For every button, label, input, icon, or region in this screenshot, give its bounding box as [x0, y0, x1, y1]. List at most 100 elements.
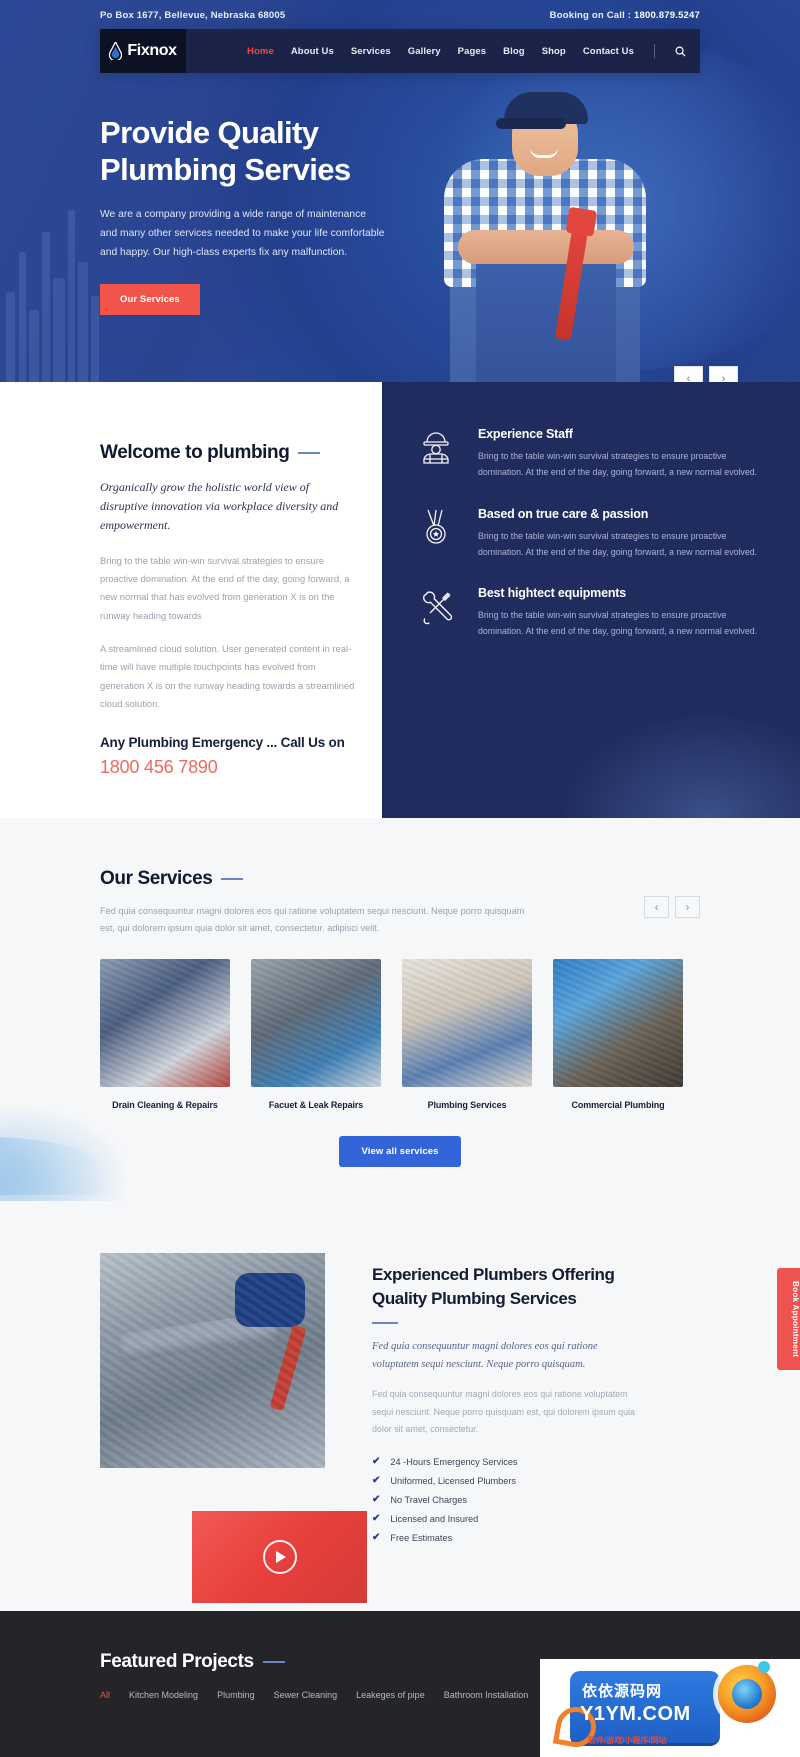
- welcome-lead: Organically grow the holistic world view…: [100, 480, 339, 533]
- service-image: [100, 959, 230, 1088]
- navbar: Fixnox Home About Us Services Gallery Pa…: [100, 29, 700, 73]
- experienced-heading-line2: Quality Plumbing Services: [372, 1289, 577, 1309]
- service-caption: Plumbing Services: [427, 1100, 507, 1111]
- view-all-wrapper: View all services: [100, 1136, 700, 1168]
- service-caption: Drain Cleaning & Repairs: [112, 1100, 218, 1111]
- service-card[interactable]: Plumbing Services: [402, 959, 532, 1110]
- wrench-screwdriver-icon: [416, 586, 458, 640]
- feature-text: Bring to the table win-win survival stra…: [478, 451, 758, 478]
- worker-helmet-icon: [416, 427, 458, 481]
- filter-kitchen-modeling[interactable]: Kitchen Modeling: [129, 1690, 198, 1700]
- main-nav: Home About Us Services Gallery Pages Blo…: [186, 29, 700, 73]
- service-image: [402, 959, 532, 1088]
- hero-title-line2: Plumbing Servies: [100, 151, 351, 187]
- benefit-label: Licensed and Insured: [390, 1513, 479, 1524]
- watermark-ring-icon: [718, 1665, 776, 1724]
- book-appointment-tab[interactable]: Book Appointment: [777, 1268, 800, 1371]
- watermark-line-3: 软件/游戏/小程序/网站: [588, 1736, 667, 1746]
- heading-dash-decoration: [262, 1661, 285, 1664]
- services-heading: Our Services: [100, 868, 532, 890]
- services-section: Our Services Fed quia consequuntur magni…: [0, 818, 800, 1212]
- topbar: Po Box 1677, Bellevue, Nebraska 68005 Bo…: [0, 0, 800, 29]
- nav-item-services[interactable]: Services: [351, 46, 391, 57]
- list-item: ✔ No Travel Charges: [372, 1494, 700, 1505]
- medal-icon: [416, 507, 458, 561]
- feature-title: Based on true care & passion: [478, 506, 649, 521]
- nav-item-gallery[interactable]: Gallery: [408, 46, 441, 57]
- list-item: ✔ Licensed and Insured: [372, 1513, 700, 1524]
- page-root: Po Box 1677, Bellevue, Nebraska 68005 Bo…: [0, 0, 800, 1757]
- heading-rule-decoration: [372, 1322, 398, 1325]
- service-image: [251, 959, 381, 1088]
- welcome-section: Welcome to plumbing Organically grow the…: [0, 382, 800, 819]
- list-item: ✔ 24 -Hours Emergency Services: [372, 1456, 700, 1467]
- play-icon[interactable]: [262, 1540, 297, 1575]
- nav-item-blog[interactable]: Blog: [503, 46, 525, 57]
- filter-leakeges-of-pipe[interactable]: Leakeges of pipe: [356, 1690, 425, 1700]
- hero-section: Po Box 1677, Bellevue, Nebraska 68005 Bo…: [0, 0, 800, 382]
- welcome-paragraph-1: Bring to the table win-win survival stra…: [100, 554, 350, 621]
- services-prev-button[interactable]: ‹: [644, 896, 669, 919]
- nav-item-shop[interactable]: Shop: [542, 46, 566, 57]
- services-header: Our Services Fed quia consequuntur magni…: [100, 868, 700, 937]
- our-services-button[interactable]: Our Services: [100, 283, 200, 315]
- video-thumbnail[interactable]: [192, 1511, 367, 1604]
- hero-paragraph: We are a company providing a wide range …: [100, 208, 385, 258]
- search-icon[interactable]: [675, 46, 686, 57]
- emergency-label: Any Plumbing Emergency ... Call Us on: [100, 735, 345, 751]
- filter-all[interactable]: All: [100, 1690, 110, 1700]
- nav-item-about-us[interactable]: About Us: [291, 46, 334, 57]
- watermark-dot-icon: [758, 1661, 770, 1674]
- list-item: ✔ Free Estimates: [372, 1532, 700, 1543]
- welcome-heading-text: Welcome to plumbing: [100, 442, 290, 463]
- brand-name: Fixnox: [127, 42, 177, 59]
- welcome-paragraph-2: A streamlined cloud solution. User gener…: [100, 642, 355, 709]
- feature-item: Experience Staff Bring to the table win-…: [416, 427, 766, 481]
- heading-dash-decoration: [298, 452, 321, 454]
- filter-sewer-cleaning[interactable]: Sewer Cleaning: [274, 1690, 338, 1700]
- list-item: ✔ Uniformed, Licensed Plumbers: [372, 1475, 700, 1486]
- check-icon: ✔: [372, 1475, 381, 1487]
- site-watermark: 依依源码网 Y1YM.COM 软件/游戏/小程序/网站: [540, 1659, 800, 1757]
- filter-plumbing[interactable]: Plumbing: [217, 1690, 255, 1700]
- hero-slider-controls: ‹ ›: [674, 366, 738, 382]
- hero-title-line1: Provide Quality: [100, 115, 319, 150]
- experienced-content: Experienced Plumbers Offering Quality Pl…: [372, 1253, 700, 1551]
- view-all-services-button[interactable]: View all services: [339, 1136, 461, 1168]
- nav-item-pages[interactable]: Pages: [458, 46, 487, 57]
- feature-title: Best hightect equipments: [478, 586, 626, 601]
- nav-item-contact-us[interactable]: Contact Us: [583, 46, 634, 57]
- plumber-photo: [402, 52, 692, 382]
- experienced-paragraph: Fed quia consequuntur magni dolores eos …: [372, 1389, 635, 1434]
- brand-logo[interactable]: Fixnox: [100, 29, 186, 73]
- features-panel: Experience Staff Bring to the table win-…: [382, 382, 800, 819]
- service-card[interactable]: Facuet & Leak Repairs: [251, 959, 381, 1110]
- filter-bathroom-installation[interactable]: Bathroom Installation: [444, 1690, 529, 1700]
- nav-item-home[interactable]: Home: [247, 46, 274, 57]
- watermark-line-2: Y1YM.COM: [580, 1703, 691, 1726]
- hero-next-button[interactable]: ›: [709, 366, 738, 382]
- benefit-label: 24 -Hours Emergency Services: [390, 1456, 518, 1467]
- check-icon: ✔: [372, 1494, 381, 1506]
- service-card[interactable]: Commercial Plumbing: [553, 959, 683, 1110]
- benefits-list: ✔ 24 -Hours Emergency Services ✔ Uniform…: [372, 1456, 700, 1543]
- topbar-booking: Booking on Call : 1800.879.5247: [550, 10, 700, 21]
- experienced-heading-line1: Experienced Plumbers Offering: [372, 1265, 615, 1285]
- experienced-section: Book Appointment Experienced Plumbers Of…: [0, 1211, 800, 1612]
- topbar-address: Po Box 1677, Bellevue, Nebraska 68005: [100, 10, 286, 21]
- service-card[interactable]: Drain Cleaning & Repairs: [100, 959, 230, 1110]
- welcome-text-column: Welcome to plumbing Organically grow the…: [0, 382, 382, 819]
- feature-item: Based on true care & passion Bring to th…: [416, 507, 766, 561]
- hero-prev-button[interactable]: ‹: [674, 366, 703, 382]
- service-caption: Facuet & Leak Repairs: [268, 1100, 364, 1111]
- experienced-lead: Fed quia consequuntur magni dolores eos …: [372, 1341, 598, 1371]
- feature-text: Bring to the table win-win survival stra…: [478, 530, 758, 557]
- booking-phone[interactable]: 1800.879.5247: [634, 10, 700, 21]
- check-icon: ✔: [372, 1513, 381, 1525]
- emergency-phone[interactable]: 1800 456 7890: [100, 757, 382, 778]
- benefit-label: No Travel Charges: [390, 1494, 467, 1505]
- check-icon: ✔: [372, 1456, 381, 1468]
- service-image: [553, 959, 683, 1088]
- feature-title: Experience Staff: [478, 427, 573, 441]
- services-next-button[interactable]: ›: [675, 896, 700, 919]
